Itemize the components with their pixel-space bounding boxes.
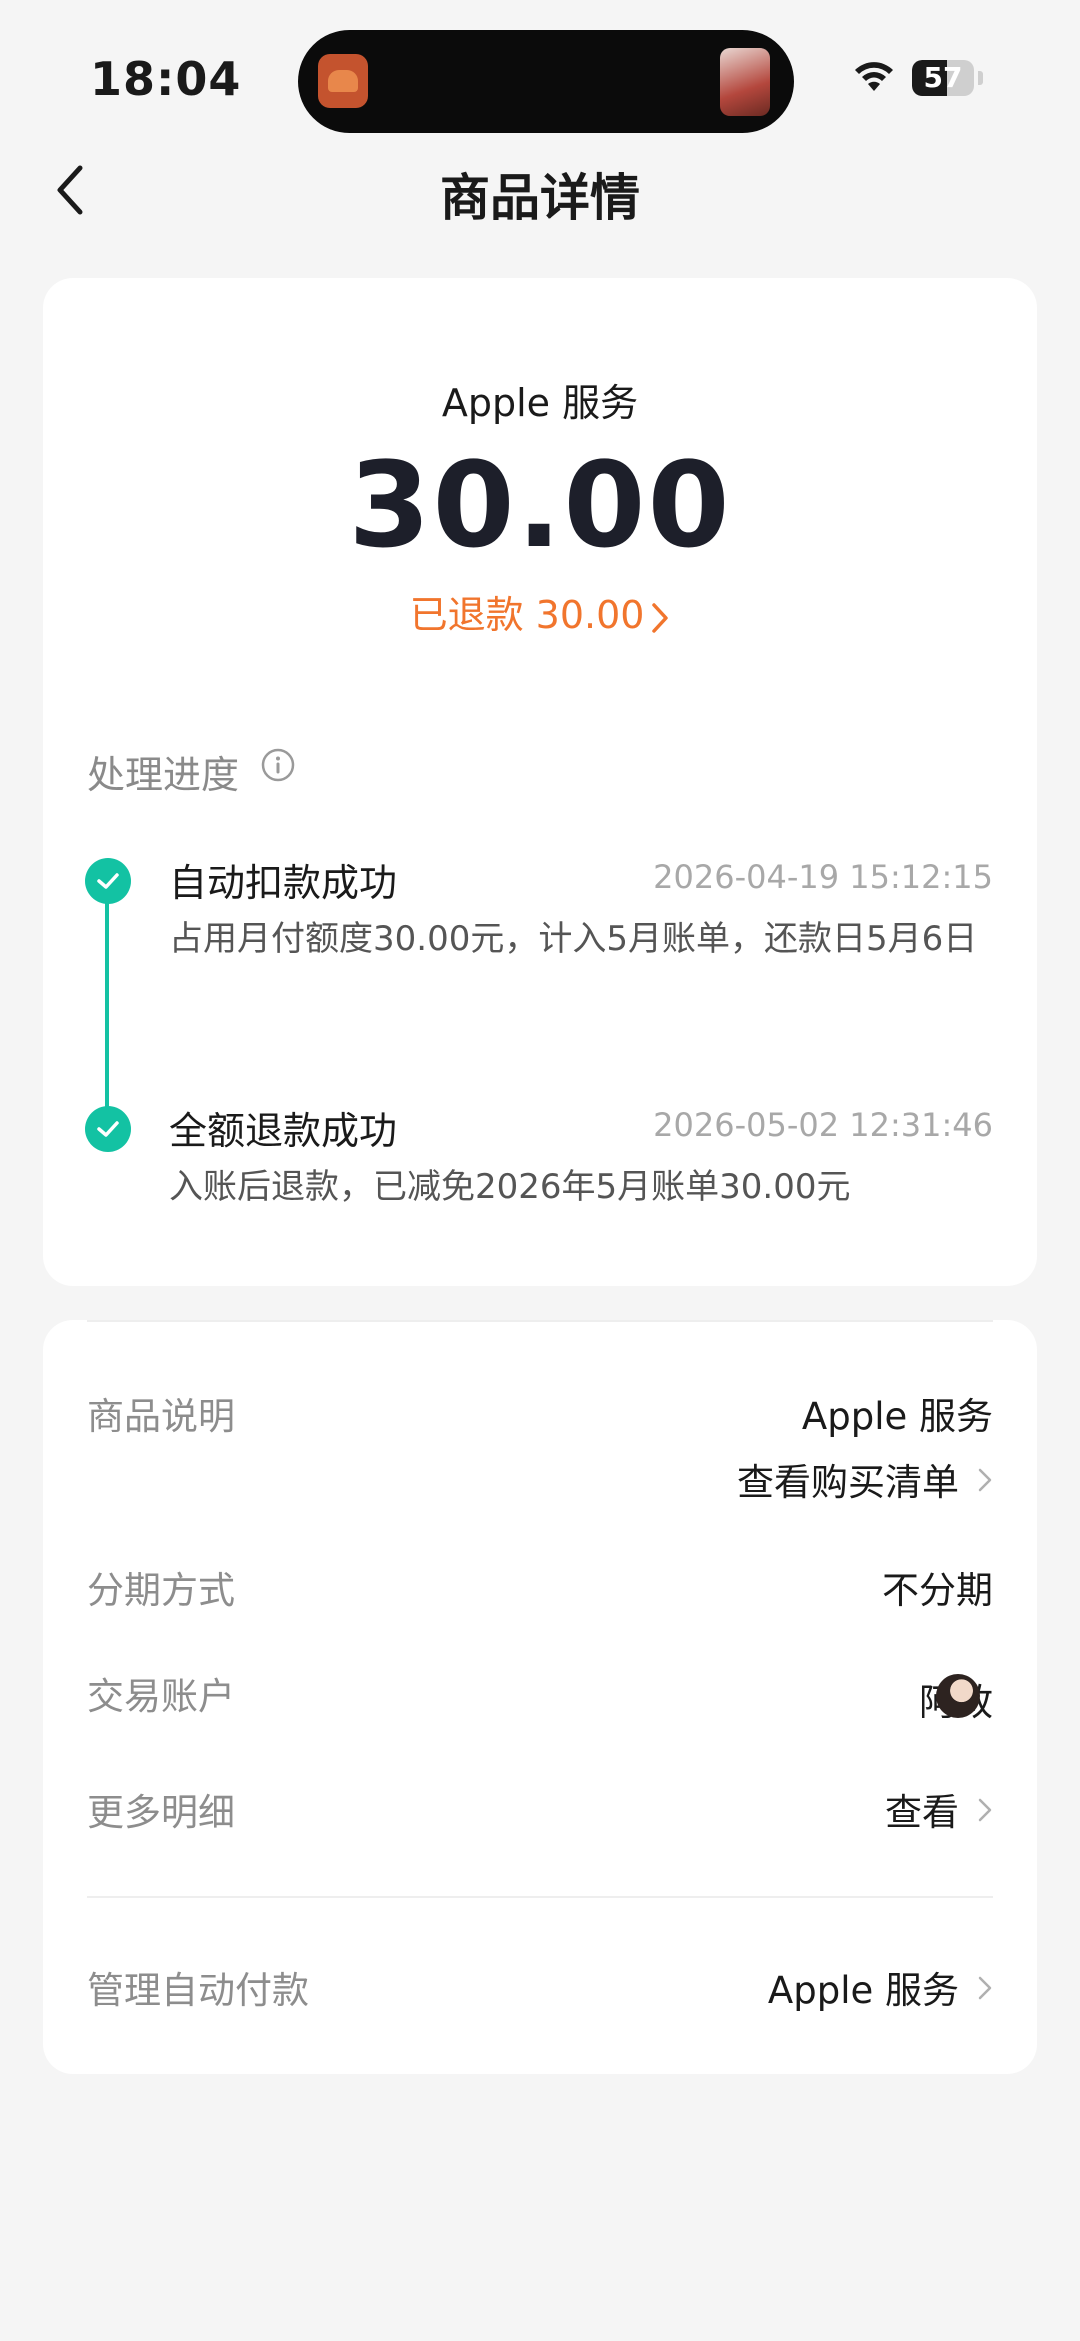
step-title: 自动扣款成功 [169,861,398,905]
step-time: 2026-04-19 15:12:15 [653,858,993,896]
divider [87,1896,993,1898]
info-icon[interactable] [261,748,295,782]
chevron-right-icon [652,602,669,633]
step-check-icon [85,1106,131,1152]
more-details-link[interactable]: 查看 [885,1782,993,1836]
summary-card: Apple 服务 30.00 已退款 30.00 处理进度 自动扣款成功 202… [43,278,1037,1286]
account-label: 交易账户 [87,1675,235,1718]
step-time: 2026-05-02 12:31:46 [653,1106,993,1144]
product-value: Apple 服务 [801,1395,993,1438]
autopay-value: Apple 服务 [767,1969,959,2012]
purchase-list-link[interactable]: 查看购买清单 [737,1452,993,1506]
battery-icon: 57 [912,60,974,96]
more-details-value: 查看 [885,1791,959,1834]
page-title: 商品详情 [440,169,640,227]
wifi-icon [855,62,893,91]
nav-bar: 商品详情 [0,150,1080,230]
progress-title: 处理进度 [87,753,240,797]
installment-label: 分期方式 [87,1569,235,1612]
live-activity-thumbnail [720,48,770,116]
step-description: 占用月付额度30.00元，计入5月账单，还款日5月6日 [169,919,978,959]
timeline-line [105,890,109,1130]
step-description: 入账后退款，已减免2026年5月账单30.00元 [169,1167,851,1207]
status-bar: 18:04 57 [0,0,1080,140]
chevron-right-icon [978,1798,992,1822]
refund-link-label: 已退款 30.00 [409,593,645,637]
step-check-icon [85,858,131,904]
details-card: 商品说明 Apple 服务 查看购买清单 分期方式 不分期 交易账户 阿政 更多… [43,1320,1037,2074]
battery-cap [978,71,983,85]
chevron-right-icon [978,1976,992,2000]
live-activity-app-icon [318,54,368,108]
account-avatar [936,1674,980,1718]
battery-level: 57 [923,61,963,94]
amount: 30.00 [348,436,732,574]
status-time: 18:04 [90,52,242,106]
dynamic-island [298,30,794,133]
merchant-name: Apple 服务 [441,381,639,425]
purchase-list-label: 查看购买清单 [737,1461,959,1504]
divider [87,1320,993,1322]
step-title: 全额退款成功 [169,1109,398,1153]
refund-link[interactable]: 已退款 30.00 [43,584,1037,639]
more-details-label: 更多明细 [87,1791,235,1834]
autopay-label: 管理自动付款 [87,1969,309,2012]
installment-value: 不分期 [882,1569,993,1612]
chevron-right-icon [978,1468,992,1492]
autopay-link[interactable]: Apple 服务 [768,1960,993,2014]
product-label: 商品说明 [87,1395,235,1438]
